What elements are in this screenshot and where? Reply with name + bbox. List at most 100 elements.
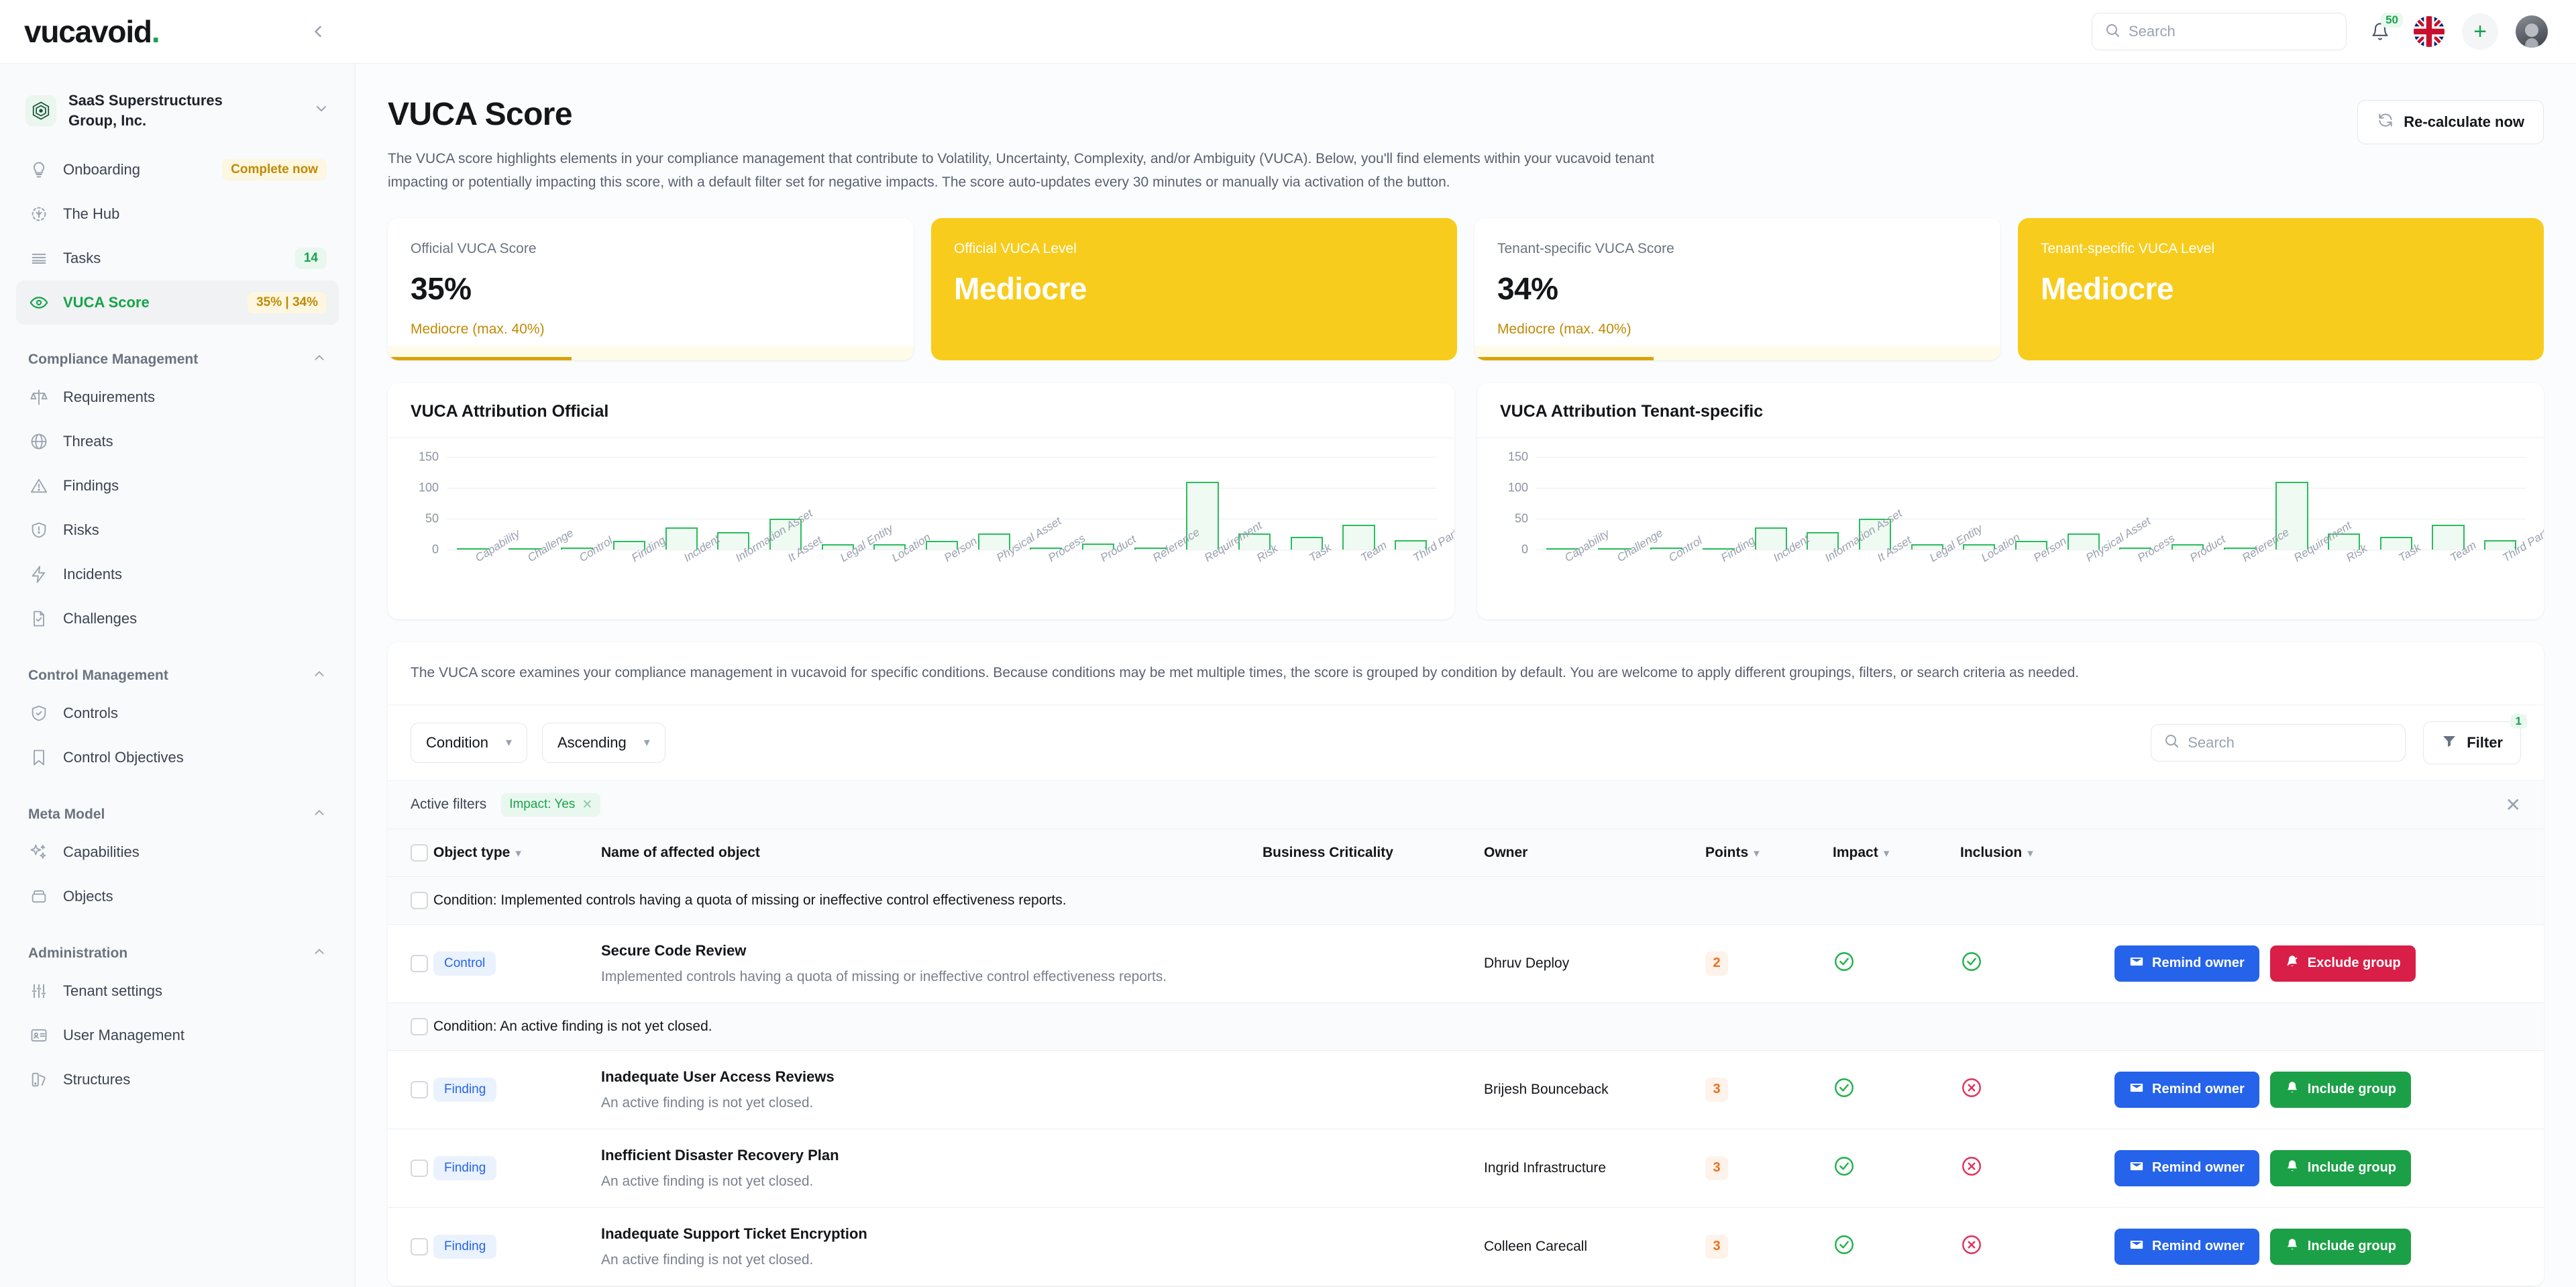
table-row[interactable]: Finding Inadequate User Access Reviews An … (388, 1050, 2544, 1129)
cell-actions: Remind owner Include group (2114, 1129, 2544, 1208)
sidebar-item-controls[interactable]: Controls (16, 691, 339, 735)
cell-owner: Brijesh Bounceback (1484, 1050, 1705, 1129)
chart-bar-group (447, 450, 1437, 550)
table-search[interactable] (2151, 723, 2406, 762)
recalculate-button[interactable]: Re-calculate now (2357, 100, 2544, 144)
sidebar-group-meta-model[interactable]: Meta Model (16, 780, 339, 830)
onboarding-badge[interactable]: Complete now (222, 159, 327, 181)
include-group-button[interactable]: Include group (2269, 1228, 2412, 1265)
exclude-group-button[interactable]: Exclude group (2269, 945, 2416, 982)
sidebar-group-control-management[interactable]: Control Management (16, 641, 339, 691)
object-name[interactable]: Inadequate User Access Reviews (601, 1068, 1263, 1086)
chart-x-axis-labels: Capability Challenge Control Finding Inciden… (1536, 507, 2544, 619)
select-all-header (388, 829, 433, 877)
row-checkbox[interactable] (411, 1017, 428, 1035)
sidebar-item-label: Onboarding (63, 161, 140, 178)
row-actions: Remind owner Include group (2114, 1071, 2544, 1108)
remind-owner-button[interactable]: Remind owner (2114, 1228, 2259, 1265)
points-badge: 3 (1705, 1077, 1728, 1102)
row-checkbox-cell (388, 924, 433, 1003)
sidebar-item-vuca-score[interactable]: VUCA Score 35% | 34% (16, 280, 339, 325)
tenant-switcher[interactable]: SaaS Superstructures Group, Inc. (16, 84, 339, 148)
clear-filters-button[interactable]: ✕ (2506, 794, 2521, 816)
column-header-inclusion[interactable]: Inclusion ▾ (1960, 829, 2114, 877)
object-name[interactable]: Inadequate Support Ticket Encryption (601, 1225, 1263, 1243)
remind-owner-button[interactable]: Remind owner (2114, 1149, 2259, 1186)
sidebar-item-user-management[interactable]: User Management (16, 1013, 339, 1058)
cell-points: 2 (1705, 924, 1833, 1003)
column-header-impact[interactable]: Impact ▾ (1833, 829, 1960, 877)
search-input[interactable] (2129, 23, 2334, 40)
sort-order-select[interactable]: Ascending ▾ (542, 722, 665, 763)
global-search[interactable] (2092, 13, 2347, 50)
search-icon (2163, 733, 2180, 752)
object-name[interactable]: Inefficient Disaster Recovery Plan (601, 1147, 1263, 1164)
sidebar-item-incidents[interactable]: Incidents (16, 552, 339, 597)
card-subtext: Mediocre (max. 40%) (1497, 321, 1631, 338)
sidebar: SaaS Superstructures Group, Inc. Onboard… (0, 64, 356, 1287)
notifications-button[interactable]: 50 (2364, 13, 2403, 48)
cell-owner: Colleen Carecall (1484, 1207, 1705, 1286)
app-logo[interactable]: vucavoid. (24, 13, 160, 50)
collapse-sidebar-button[interactable] (303, 17, 333, 46)
box-icon (28, 886, 50, 907)
points-badge: 3 (1705, 1234, 1728, 1259)
table-row[interactable]: Finding Inefficient Disaster Recovery Pla… (388, 1129, 2544, 1208)
object-description: An active finding is not yet closed. (601, 1094, 814, 1111)
card-subtext: Mediocre (max. 40%) (411, 321, 545, 338)
sidebar-group-administration[interactable]: Administration (16, 919, 339, 969)
user-avatar[interactable] (2516, 15, 2548, 48)
vuca-attribution-tenant-chart: VUCA Attribution Tenant-specific 150 100 5… (1477, 383, 2544, 620)
sidebar-item-objects[interactable]: Objects (16, 874, 339, 919)
select-all-checkbox[interactable] (411, 843, 428, 862)
table-body: Condition: Implemented controls having a… (388, 876, 2544, 1286)
close-icon[interactable]: ✕ (582, 797, 592, 813)
sidebar-item-label: Tasks (63, 250, 101, 267)
table-row[interactable]: Finding Inadequate Support Ticket Encrypt… (388, 1207, 2544, 1286)
remind-owner-button[interactable]: Remind owner (2114, 945, 2259, 982)
sidebar-item-requirements[interactable]: Requirements (16, 375, 339, 419)
sidebar-group-compliance-management[interactable]: Compliance Management (16, 325, 339, 375)
sidebar-item-threats[interactable]: Threats (16, 419, 339, 464)
filter-button[interactable]: Filter 1 (2423, 713, 2527, 764)
row-checkbox[interactable] (411, 1080, 428, 1098)
group-by-select[interactable]: Condition ▾ (411, 722, 527, 763)
include-group-button[interactable]: Include group (2269, 1071, 2412, 1108)
sidebar-item-onboarding[interactable]: Onboarding Complete now (16, 148, 339, 192)
row-checkbox[interactable] (411, 891, 428, 909)
chart-y-tick: 150 (1507, 450, 1528, 464)
owner-name: Dhruv Deploy (1484, 955, 1570, 971)
table-row[interactable]: Control Secure Code Review Implemented con… (388, 924, 2544, 1003)
chart-bar-group (1536, 450, 2526, 550)
sidebar-item-tasks[interactable]: Tasks 14 (16, 236, 339, 280)
sidebar-item-capabilities[interactable]: Capabilities (16, 830, 339, 874)
sidebar-item-challenges[interactable]: Challenges (16, 597, 339, 641)
column-header-points[interactable]: Points ▾ (1705, 829, 1833, 877)
sidebar-item-tenant-settings[interactable]: Tenant settings (16, 969, 339, 1013)
language-flag-icon[interactable] (2414, 16, 2445, 47)
filter-label: Filter (2467, 733, 2503, 751)
sidebar-item-structures[interactable]: Structures (16, 1058, 339, 1102)
row-checkbox[interactable] (411, 954, 428, 972)
sidebar-item-label: User Management (63, 1027, 184, 1044)
tasks-icon (28, 248, 50, 269)
row-checkbox[interactable] (411, 1159, 428, 1177)
table-search-input[interactable] (2188, 733, 2394, 752)
sidebar-item-findings[interactable]: Findings (16, 464, 339, 508)
sidebar-item-risks[interactable]: Risks (16, 508, 339, 552)
active-filter-chip[interactable]: Impact: Yes ✕ (501, 792, 601, 817)
envelope-icon (2129, 1237, 2144, 1256)
tenant-logo-icon (25, 95, 56, 126)
cell-name: Secure Code Review Implemented controls h… (601, 924, 1263, 1003)
remind-owner-button[interactable]: Remind owner (2114, 1071, 2259, 1108)
sidebar-item-the-hub[interactable]: The Hub (16, 192, 339, 236)
sidebar-item-label: Threats (63, 433, 113, 450)
column-header-object-type[interactable]: Object type ▾ (433, 829, 601, 877)
add-button[interactable]: + (2462, 13, 2498, 50)
sidebar-item-control-objectives[interactable]: Control Objectives (16, 735, 339, 780)
row-checkbox[interactable] (411, 1237, 428, 1255)
include-group-button[interactable]: Include group (2269, 1149, 2412, 1186)
object-name[interactable]: Secure Code Review (601, 942, 1263, 960)
sidebar-item-label: Structures (63, 1071, 131, 1088)
object-type-tag: Finding (433, 1077, 497, 1102)
